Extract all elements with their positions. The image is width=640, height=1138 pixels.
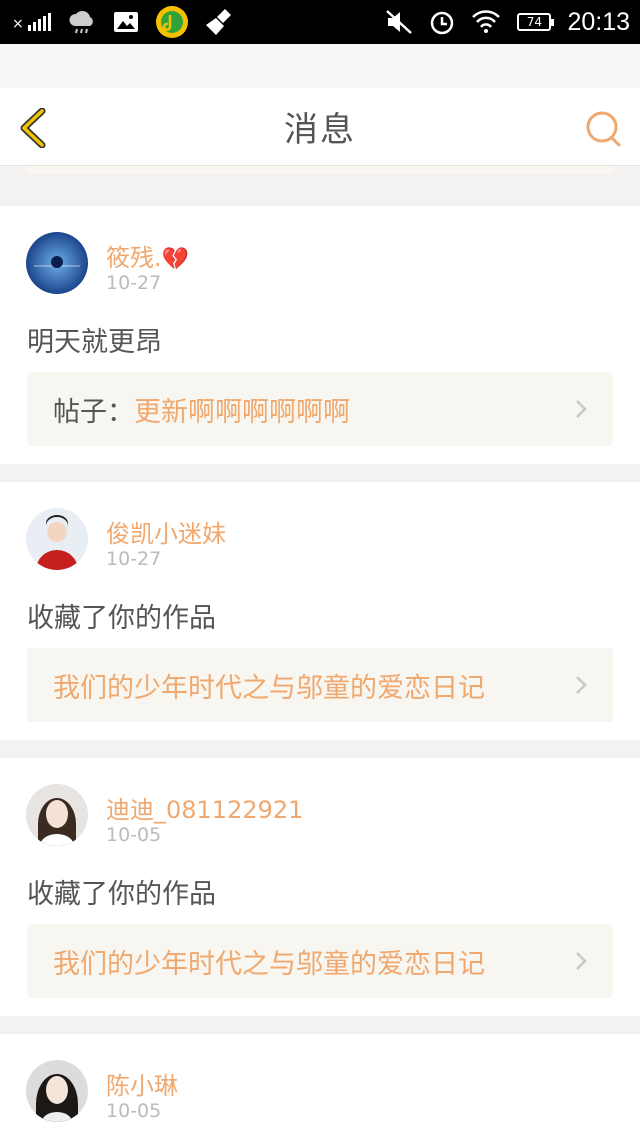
back-button[interactable] bbox=[16, 107, 52, 149]
mute-icon bbox=[385, 9, 413, 35]
work-link-title: 我们的少年时代之与邬童的爱恋日记 bbox=[53, 672, 485, 704]
page-title: 消息 bbox=[284, 110, 356, 150]
message-text: 收藏了你的作品 bbox=[27, 879, 216, 910]
avatar[interactable] bbox=[26, 784, 88, 846]
user-name[interactable]: 俊凯小迷妹 bbox=[106, 514, 226, 549]
battery-icon: 74 bbox=[517, 13, 555, 31]
user-name[interactable]: 迪迪_081122921 bbox=[106, 790, 303, 825]
header: 消息 bbox=[0, 88, 640, 166]
message-card[interactable]: 俊凯小迷妹 10-27 收藏了你的作品 我们的少年时代之与邬童的爱恋日记 bbox=[0, 482, 640, 740]
user-name-text: 筱残. bbox=[106, 244, 162, 272]
avatar[interactable] bbox=[26, 232, 88, 294]
status-bar: × 74 20:13 bbox=[0, 0, 640, 44]
chevron-right-icon bbox=[576, 676, 587, 694]
avatar[interactable] bbox=[26, 508, 88, 570]
message-card[interactable]: 迪迪_081122921 10-05 收藏了你的作品 我们的少年时代之与邬童的爱… bbox=[0, 758, 640, 1016]
message-date: 10-27 bbox=[106, 548, 162, 570]
message-date: 10-05 bbox=[106, 824, 162, 846]
music-app-icon bbox=[155, 5, 189, 39]
chevron-left-icon bbox=[20, 107, 46, 149]
post-link-prefix: 帖子： bbox=[53, 396, 134, 428]
broken-heart-icon: 💔 bbox=[161, 247, 190, 272]
search-icon bbox=[586, 111, 621, 147]
work-link[interactable]: 我们的少年时代之与邬童的爱恋日记 bbox=[27, 648, 613, 722]
alarm-icon bbox=[429, 9, 455, 35]
image-icon bbox=[113, 10, 139, 34]
message-card[interactable]: 筱残.💔 10-27 明天就更昂 帖子： 更新啊啊啊啊啊啊 bbox=[0, 206, 640, 464]
ghost-strip bbox=[0, 44, 640, 88]
user-name[interactable]: 陈小琳 bbox=[106, 1066, 178, 1101]
message-date: 10-27 bbox=[106, 272, 162, 294]
chevron-right-icon bbox=[576, 952, 587, 970]
broom-icon bbox=[205, 7, 235, 37]
user-name[interactable]: 筱残.💔 bbox=[106, 238, 189, 273]
wifi-icon bbox=[471, 9, 501, 35]
post-link[interactable]: 帖子： 更新啊啊啊啊啊啊 bbox=[27, 372, 613, 446]
post-link-title: 更新啊啊啊啊啊啊 bbox=[134, 396, 350, 428]
message-text: 收藏了你的作品 bbox=[27, 603, 216, 634]
work-link-title: 我们的少年时代之与邬童的爱恋日记 bbox=[53, 948, 485, 980]
chevron-right-icon bbox=[576, 400, 587, 418]
section-gap bbox=[0, 166, 640, 206]
work-link[interactable]: 我们的少年时代之与邬童的爱恋日记 bbox=[27, 924, 613, 998]
message-text: 明天就更昂 bbox=[27, 327, 162, 358]
clock: 20:13 bbox=[567, 7, 630, 36]
avatar[interactable] bbox=[26, 1060, 88, 1122]
cloud-icon bbox=[67, 10, 97, 34]
signal-icon: × bbox=[12, 13, 51, 31]
message-card[interactable]: 陈小琳 10-05 bbox=[0, 1034, 640, 1138]
search-button[interactable] bbox=[584, 110, 624, 148]
message-date: 10-05 bbox=[106, 1100, 162, 1122]
